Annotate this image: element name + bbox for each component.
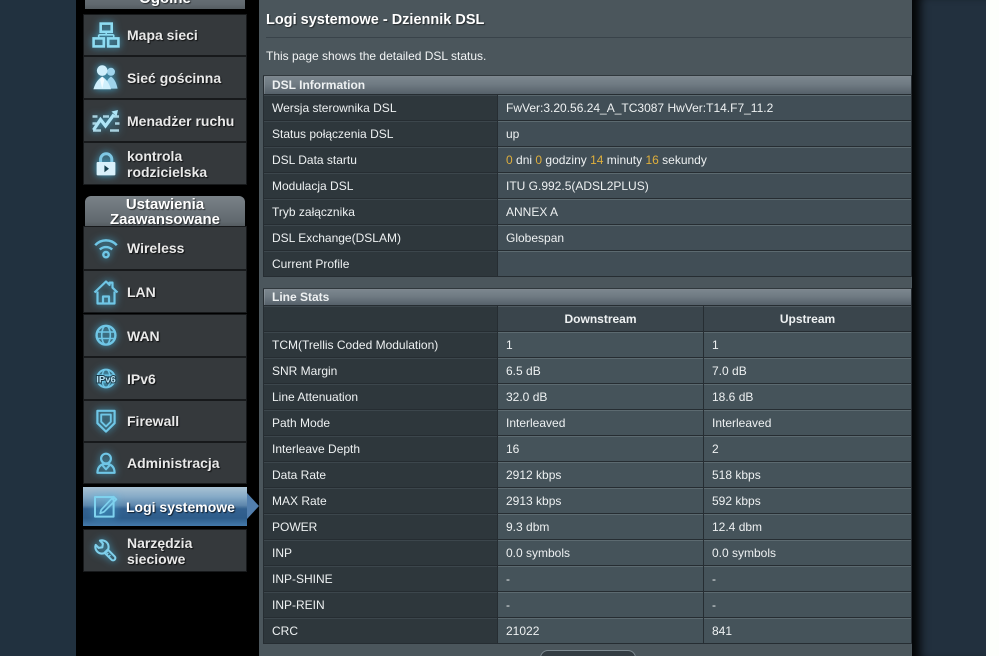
svg-text:IPv6: IPv6 bbox=[96, 374, 116, 385]
